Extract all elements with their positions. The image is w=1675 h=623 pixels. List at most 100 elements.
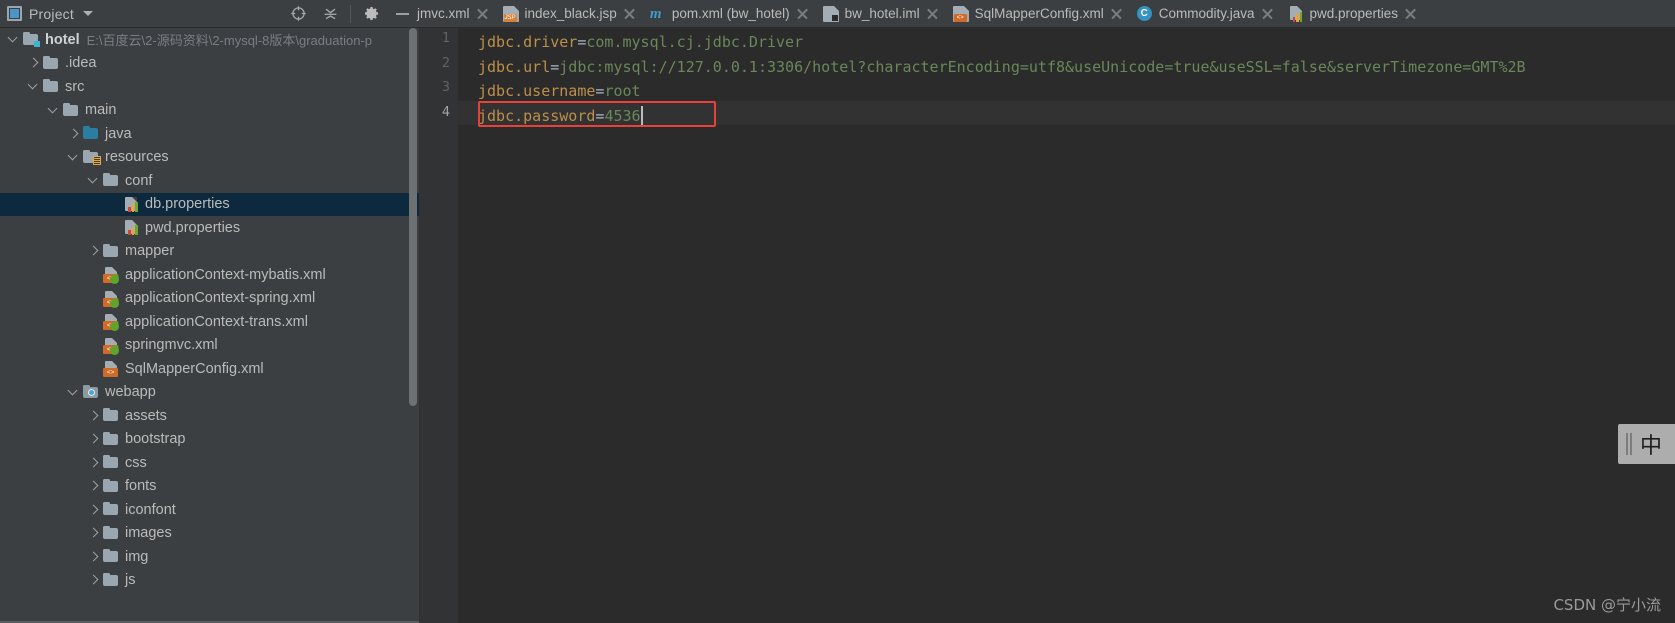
property-value: jdbc:mysql://127.0.0.1:3306/hotel?charac… <box>559 57 1526 76</box>
chevron-right-icon[interactable] <box>87 550 100 563</box>
chevron-down-icon[interactable] <box>27 80 40 93</box>
tree-item-main[interactable]: main <box>0 99 420 123</box>
folder-icon <box>103 431 120 447</box>
editor-gutter[interactable]: 1 2 3 4 <box>420 28 458 623</box>
close-icon[interactable] <box>1405 8 1417 20</box>
tree-item-applicationcontext-spring-xml[interactable]: <> applicationContext-spring.xml <box>0 287 420 311</box>
close-icon[interactable] <box>624 8 636 20</box>
chevron-right-icon[interactable] <box>87 433 100 446</box>
maven-m-icon: m <box>649 5 662 22</box>
close-icon[interactable] <box>1262 8 1274 20</box>
chevron-down-icon[interactable] <box>47 104 60 117</box>
close-icon[interactable] <box>927 8 939 20</box>
chevron-down-icon[interactable] <box>82 11 93 16</box>
tree-item-label: hotel <box>45 31 80 48</box>
folder-icon <box>63 102 80 118</box>
project-tree-scrollbar[interactable] <box>409 28 417 406</box>
tree-item-src[interactable]: src <box>0 75 420 99</box>
chevron-down-icon[interactable] <box>7 33 20 46</box>
tree-item-resources[interactable]: resources <box>0 146 420 170</box>
property-key: jdbc.url <box>478 57 551 76</box>
line-number: 4 <box>441 103 450 120</box>
editor-tab-commodity-java[interactable]: C Commodity.java <box>1129 0 1280 28</box>
tree-item-js[interactable]: js <box>0 569 420 593</box>
chevron-down-icon[interactable] <box>67 386 80 399</box>
folder-icon <box>103 478 120 494</box>
editor-tab-jmvc-xml[interactable]: jmvc.xml <box>387 0 495 28</box>
editor-tab-pwd-properties[interactable]: pwd.properties <box>1280 0 1424 28</box>
locate-target-icon[interactable] <box>282 0 314 28</box>
tree-item-applicationcontext-mybatis-xml[interactable]: <> applicationContext-mybatis.xml <box>0 263 420 287</box>
code-line[interactable]: jdbc.driver=com.mysql.cj.jdbc.Driver <box>478 30 803 55</box>
chevron-right-icon[interactable] <box>87 503 100 516</box>
chevron-right-icon[interactable] <box>87 456 100 469</box>
property-value: com.mysql.cj.jdbc.Driver <box>586 33 804 51</box>
property-key: jdbc.username <box>478 82 596 101</box>
chevron-down-icon[interactable] <box>67 151 80 164</box>
tree-item-bootstrap[interactable]: bootstrap <box>0 428 420 452</box>
chevron-right-icon[interactable] <box>87 527 100 540</box>
chevron-right-icon[interactable] <box>87 245 100 258</box>
chevron-right-icon[interactable] <box>87 409 100 422</box>
close-icon[interactable] <box>1111 8 1123 20</box>
folder-icon <box>103 549 120 564</box>
tree-item-db-properties[interactable]: db.properties <box>0 192 420 216</box>
project-panel-header[interactable]: Project <box>0 0 282 28</box>
project-window-icon <box>7 6 22 21</box>
tree-item-img[interactable]: img <box>0 545 420 569</box>
code-editor[interactable]: 1234 jdbc.driver=com.mysql.cj.jdbc.Drive… <box>420 28 1675 623</box>
drag-grip-icon[interactable] <box>1625 433 1634 455</box>
editor-tab-sqlmapperconfig-xml[interactable]: <> SqlMapperConfig.xml <box>945 0 1129 28</box>
tree-item-pwd-properties[interactable]: pwd.properties <box>0 216 420 240</box>
spring-xml-file-icon: <> <box>103 267 120 285</box>
tree-item-label: js <box>125 572 136 589</box>
editor-tab-index-black-jsp[interactable]: JSP index_black.jsp <box>495 0 642 28</box>
editor-tab-pom-xml[interactable]: m pom.xml (bw_hotel) <box>642 0 815 28</box>
collapse-all-icon[interactable] <box>314 0 346 28</box>
tree-item-label: css <box>125 454 147 471</box>
tree-item-label: mapper <box>125 243 175 260</box>
folder-icon <box>103 455 120 470</box>
line-number: 3 <box>441 79 450 96</box>
toolbar-divider <box>350 4 351 23</box>
chevron-right-icon[interactable] <box>87 574 100 587</box>
ime-language-label[interactable]: 中 <box>1640 428 1662 460</box>
tree-item-mapper[interactable]: mapper <box>0 240 420 264</box>
settings-gear-icon[interactable] <box>355 0 387 28</box>
line-number: 1 <box>441 30 450 46</box>
editor-tab-bw-hotel-iml[interactable]: bw_hotel.iml <box>815 0 945 28</box>
tree-item-assets[interactable]: assets <box>0 404 420 428</box>
tree-item-springmvc-xml[interactable]: <> springmvc.xml <box>0 334 420 358</box>
ime-status-widget[interactable]: 中 <box>1618 424 1675 464</box>
tree-item-css[interactable]: css <box>0 451 420 475</box>
chevron-down-icon[interactable] <box>87 174 100 187</box>
chevron-right-icon[interactable] <box>67 127 80 140</box>
project-tree[interactable]: hotel E:\百度云\2-源码资料\2-mysql-8版本\graduatio… <box>0 28 420 623</box>
close-icon[interactable] <box>797 8 809 20</box>
dash-icon <box>395 6 411 22</box>
chevron-right-icon[interactable] <box>27 57 40 70</box>
tree-item-applicationcontext-trans-xml[interactable]: <> applicationContext-trans.xml <box>0 310 420 334</box>
tree-item-iconfont[interactable]: iconfont <box>0 498 420 522</box>
tree-item-sqlmapperconfig-xml[interactable]: <> SqlMapperConfig.xml <box>0 357 420 381</box>
code-line[interactable]: jdbc.url=jdbc:mysql://127.0.0.1:3306/hot… <box>478 55 1526 80</box>
xml-file-icon: <> <box>103 361 120 378</box>
tree-item-images[interactable]: images <box>0 522 420 546</box>
tree-item-label: springmvc.xml <box>125 337 218 354</box>
tree-item-path: E:\百度云\2-源码资料\2-mysql-8版本\graduation-p <box>86 33 372 49</box>
folder-icon <box>103 525 120 541</box>
tree-item-idea[interactable]: .idea <box>0 52 420 76</box>
tree-item-conf[interactable]: conf <box>0 169 420 193</box>
tree-item-label: assets <box>125 407 167 424</box>
chevron-right-icon[interactable] <box>87 480 100 493</box>
folder-icon <box>103 572 120 588</box>
tree-item-webapp[interactable]: webapp <box>0 381 420 405</box>
tree-item-java[interactable]: java <box>0 122 420 146</box>
tree-item-fonts[interactable]: fonts <box>0 475 420 499</box>
properties-file-icon <box>1288 5 1304 22</box>
tree-item-hotel[interactable]: hotel E:\百度云\2-源码资料\2-mysql-8版本\graduatio… <box>0 28 420 52</box>
close-icon[interactable] <box>477 8 489 20</box>
folder-icon <box>103 173 120 188</box>
